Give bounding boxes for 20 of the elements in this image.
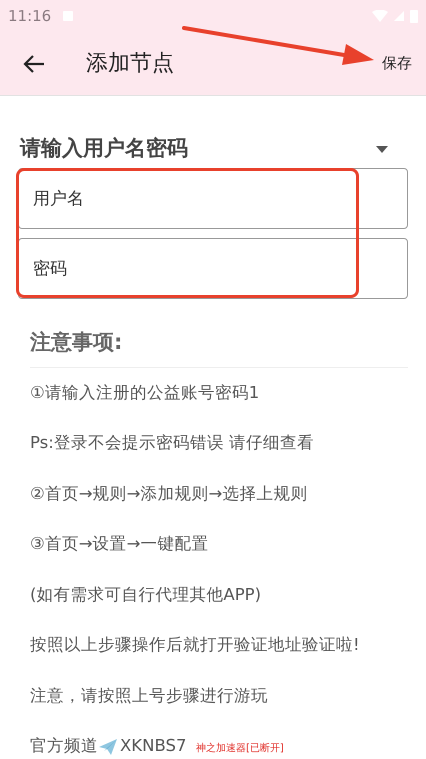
note-text: ②首页→规则→添加规则→选择上规则 [30, 482, 308, 505]
note-text: ③首页→设置→一键配置 [30, 533, 210, 556]
note-text: ①请输入注册的公益账号密码1 [30, 382, 260, 404]
note-text: 注意，请按照上号步骤进行游玩 [30, 684, 269, 707]
vpn-status-text: 神之加速器[已断开] [196, 743, 284, 755]
note-text: Ps:登录不会提示密码错误 请仔细查看 [30, 432, 316, 454]
note-text: 按照以上步骤操作后就打开验证地址验证啦! [30, 634, 361, 656]
notes-heading: 注意事项: [30, 329, 124, 356]
paper-plane-icon [98, 738, 118, 756]
channel-code: XKNBS7 [120, 735, 186, 758]
credential-dropdown[interactable]: 请输入用户名密码 [18, 134, 408, 164]
status-time: 11:16 [8, 6, 52, 27]
text-input-field[interactable]: 用户名 [18, 168, 408, 229]
back-arrow-icon [23, 54, 45, 72]
text-input-field[interactable]: 密码 [18, 238, 408, 299]
note-text: 官方频道 [30, 735, 98, 758]
page-title: 添加节点 [86, 50, 174, 78]
caret-icon [376, 146, 388, 152]
note-text: (如有需求可自行代理其他APP) [30, 584, 262, 606]
save-button[interactable]: 保存 [382, 52, 412, 75]
